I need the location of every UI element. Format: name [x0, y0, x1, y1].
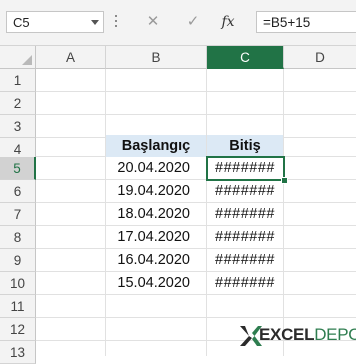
- row-header-13[interactable]: 13: [0, 341, 36, 364]
- drag-handle-icon[interactable]: [115, 15, 118, 29]
- column-header-d[interactable]: D: [284, 46, 356, 69]
- logo-text-depo: DEPO: [314, 325, 356, 344]
- cell-b8[interactable]: 17.04.2020: [106, 226, 206, 248]
- name-box[interactable]: C5: [6, 11, 104, 33]
- select-all-button[interactable]: [0, 46, 36, 69]
- cell-c6[interactable]: #######: [207, 180, 283, 202]
- gridline: [283, 69, 284, 356]
- row-header-6[interactable]: 6: [0, 180, 36, 203]
- logo-text: EXCELDEPO: [259, 325, 356, 345]
- active-cell-border: [206, 156, 285, 181]
- header-cell-end[interactable]: Bitiş: [207, 135, 283, 157]
- gridline: [36, 294, 356, 295]
- chevron-down-icon[interactable]: [91, 20, 99, 25]
- row-header-12[interactable]: 12: [0, 318, 36, 341]
- cell-c9[interactable]: #######: [207, 249, 283, 271]
- cancel-icon[interactable]: ✕: [142, 12, 164, 32]
- logo-text-excel: EXCEL: [259, 325, 315, 344]
- enter-icon[interactable]: ✓: [182, 12, 204, 32]
- select-all-triangle-icon: [22, 55, 32, 65]
- row-header-2[interactable]: 2: [0, 92, 36, 115]
- gridline: [36, 317, 356, 318]
- column-header-a[interactable]: A: [36, 46, 106, 69]
- row-header-3[interactable]: 3: [0, 115, 36, 138]
- name-box-value: C5: [13, 15, 30, 30]
- cell-b9[interactable]: 16.04.2020: [106, 249, 206, 271]
- gridline: [36, 114, 356, 115]
- row-header-9[interactable]: 9: [0, 249, 36, 272]
- column-header-c[interactable]: C: [207, 46, 284, 69]
- cell-b7[interactable]: 18.04.2020: [106, 203, 206, 225]
- gridline: [36, 91, 356, 92]
- formula-bar: C5 ✕ ✓ fx =B5+15: [0, 0, 356, 46]
- formula-input[interactable]: =B5+15: [256, 11, 356, 33]
- column-header-b[interactable]: B: [106, 46, 207, 69]
- cell-b6[interactable]: 19.04.2020: [106, 180, 206, 202]
- row-header-1[interactable]: 1: [0, 69, 36, 92]
- row-header-7[interactable]: 7: [0, 203, 36, 226]
- insert-function-icon[interactable]: fx: [217, 12, 239, 32]
- formula-text: =B5+15: [263, 15, 311, 30]
- row-header-5[interactable]: 5: [0, 157, 36, 180]
- cell-c7[interactable]: #######: [207, 203, 283, 225]
- row-header-10[interactable]: 10: [0, 272, 36, 295]
- cell-c8[interactable]: #######: [207, 226, 283, 248]
- row-header-11[interactable]: 11: [0, 295, 36, 318]
- row-header-8[interactable]: 8: [0, 226, 36, 249]
- cell-c10[interactable]: #######: [207, 272, 283, 294]
- fill-handle[interactable]: [281, 177, 288, 184]
- cell-b5[interactable]: 20.04.2020: [106, 157, 206, 179]
- header-cell-start[interactable]: Başlangıç: [106, 135, 206, 157]
- cell-b10[interactable]: 15.04.2020: [106, 272, 206, 294]
